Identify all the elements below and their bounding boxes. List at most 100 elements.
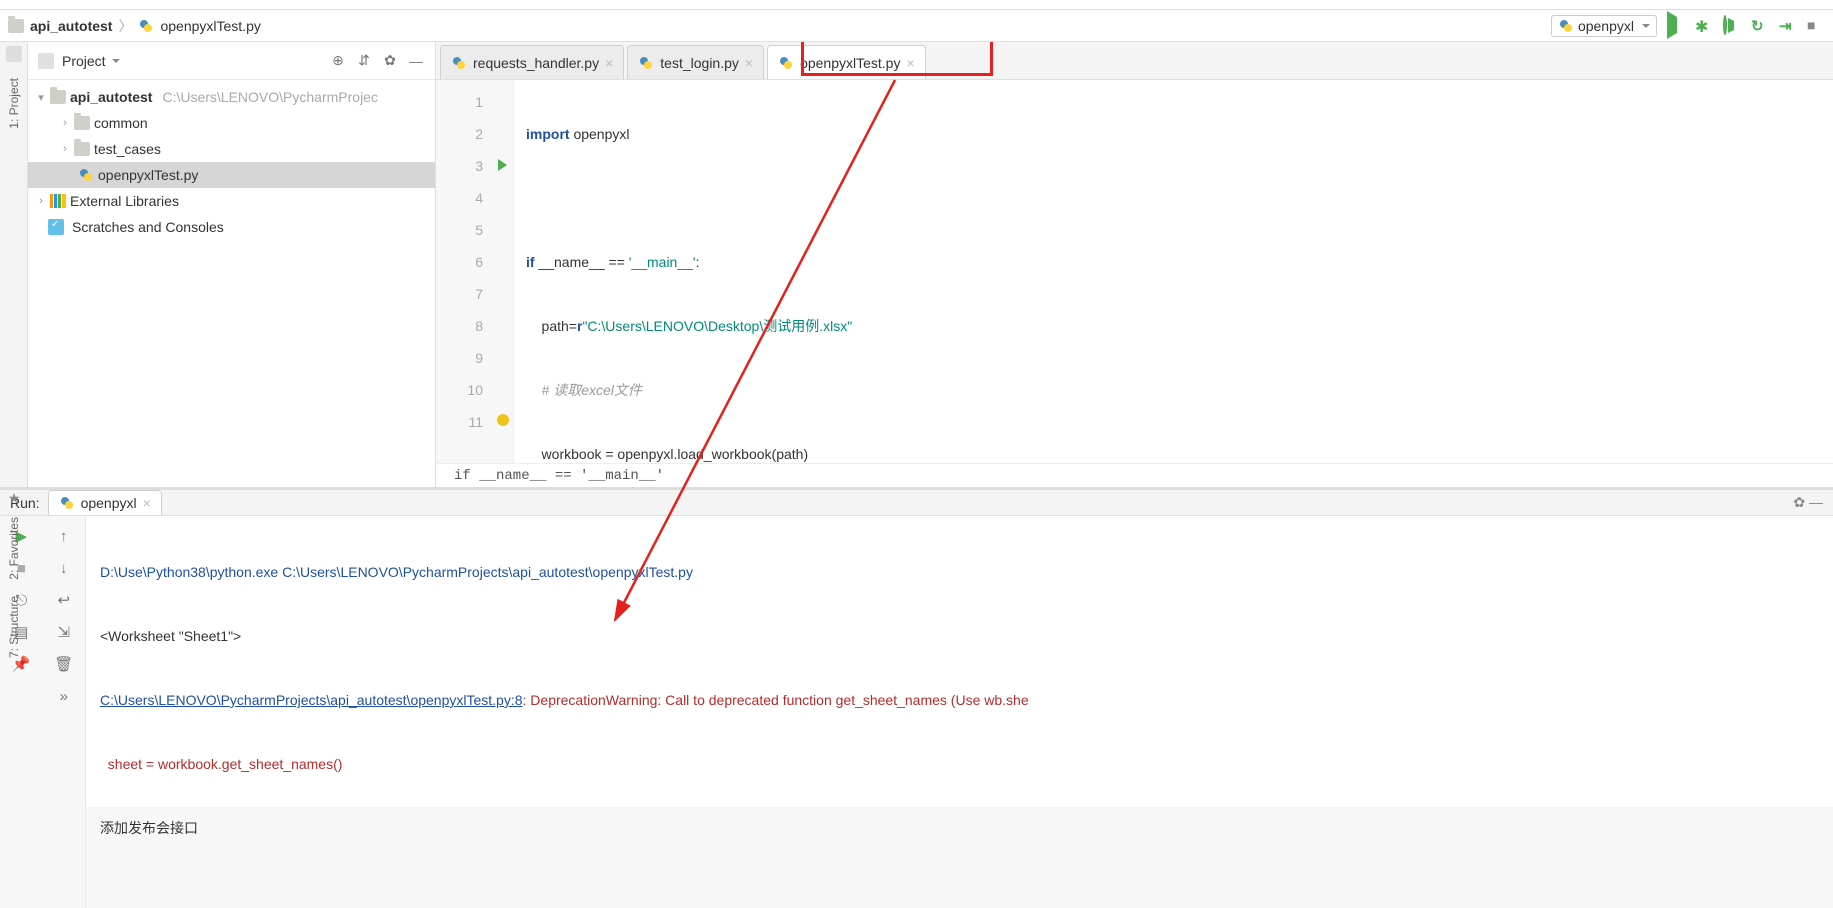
project-panel-title[interactable]: Project [62,53,120,69]
tab-requests-handler[interactable]: requests_handler.py × [440,45,624,79]
python-file-icon [451,55,467,71]
project-view-icon [38,53,54,69]
hide-button[interactable]: — [407,52,425,70]
sidebar-tab-favorites[interactable]: 2: Favorites [7,511,21,586]
run-tool-window: Run: openpyxl × ✿ — ▶ ↑ ■ ↓ ⎋ ↩ ▤ ⇲ 📌 🗑 … [0,487,1833,807]
close-icon[interactable]: × [906,55,914,71]
intention-bulb-icon[interactable] [497,414,509,426]
run-tab[interactable]: openpyxl × [48,490,162,515]
chevron-right-icon: 〉 [118,16,132,36]
gutter-line: 4 [436,182,513,214]
close-icon[interactable]: × [605,55,613,71]
left-bottom-tabs: ★ 2: Favorites 7: Structure [0,490,28,664]
file-link[interactable]: C:\Users\LENOVO\PycharmProjects\api_auto… [100,692,523,708]
editor-tabs: requests_handler.py × test_login.py × op… [436,42,1833,80]
tree-external-libs[interactable]: › External Libraries [28,188,435,214]
gutter-line: 1 [436,86,513,118]
run-tab-label: openpyxl [81,495,137,511]
folder-icon [74,116,90,130]
breadcrumb-file[interactable]: openpyxlTest.py [160,18,260,34]
close-icon[interactable]: × [143,495,151,511]
tree-item-label: Scratches and Consoles [72,219,224,235]
toolbar-right: openpyxl ✱ ↻ ⇥ ■ [1551,15,1825,37]
tab-label: test_login.py [660,55,739,71]
python-file-icon [78,167,94,183]
up-button[interactable]: ↑ [60,528,68,545]
gutter-line: 10 [436,374,513,406]
tab-openpyxltest[interactable]: openpyxlTest.py × [767,45,926,79]
editor-breadcrumb[interactable]: if __name__ == '__main__' [436,463,1833,487]
console-line: C:\Users\LENOVO\PycharmProjects\api_auto… [100,684,1833,716]
tree-root-path: C:\Users\LENOVO\PycharmProjec [162,89,378,105]
profile-button[interactable]: ↻ [1751,17,1769,35]
more-button[interactable]: » [60,688,68,705]
down-button[interactable]: ↓ [60,560,68,577]
menu-bar [0,0,1833,10]
breadcrumb-row: api_autotest 〉 openpyxlTest.py openpyxl … [0,10,1833,42]
tree-scratches[interactable]: Scratches and Consoles [28,214,435,240]
run-config-combo[interactable]: openpyxl [1551,15,1657,37]
settings-icon[interactable]: ✿ [381,52,399,70]
code-content[interactable]: import openpyxl if __name__ == '__main__… [514,80,1833,463]
sidebar-tab-project[interactable]: 1: Project [7,72,21,135]
folder-icon [74,142,90,156]
run-coverage-button[interactable] [1723,17,1741,35]
run-button[interactable] [1667,17,1685,35]
tree-folder-common[interactable]: › common [28,110,435,136]
tree-file-openpyxltest[interactable]: openpyxlTest.py [28,162,435,188]
locate-button[interactable]: ⊕ [329,52,347,70]
sidebar-tab-structure[interactable]: 7: Structure [7,590,21,664]
gutter-line [436,438,513,463]
tab-test-login[interactable]: test_login.py × [627,45,764,79]
project-tree[interactable]: ▾ api_autotest C:\Users\LENOVO\PycharmPr… [28,80,435,487]
settings-icon[interactable]: ✿ — [1793,494,1823,511]
python-icon [59,495,75,511]
run-gutter-icon[interactable] [498,159,507,171]
left-tool-strip: 1: Project [0,42,28,487]
tree-folder-testcases[interactable]: › test_cases [28,136,435,162]
trash-button[interactable]: 🗑 [54,655,73,673]
star-icon: ★ [8,490,21,507]
gutter-line: 2 [436,118,513,150]
gutter-line: 5 [436,214,513,246]
editor-area: requests_handler.py × test_login.py × op… [436,42,1833,487]
project-panel-header: Project ⊕ ⇵ ✿ — [28,42,435,80]
code-editor[interactable]: 1 2 3 4 5 6 7 8 9 10 11 import openpyxl … [436,80,1833,463]
scroll-button[interactable]: ⇲ [57,623,70,641]
run-body: ▶ ↑ ■ ↓ ⎋ ↩ ▤ ⇲ 📌 🗑 » D:\Use\Python38\py… [0,516,1833,908]
gutter-line: 7 [436,278,513,310]
close-icon[interactable]: × [745,55,753,71]
folder-icon [8,19,24,33]
breadcrumb-project[interactable]: api_autotest [30,18,112,34]
run-anything-button[interactable]: ⇥ [1779,17,1797,35]
console-line: <Worksheet "Sheet1"> [100,620,1833,652]
collapse-button[interactable]: ⇵ [355,52,373,70]
tree-item-label: External Libraries [70,193,179,209]
python-file-icon [138,18,154,34]
python-icon [1558,18,1574,34]
tree-root-label: api_autotest [70,89,152,105]
python-file-icon [778,55,794,71]
soft-wrap-button[interactable]: ↩ [57,591,70,609]
main-area: 1: Project Project ⊕ ⇵ ✿ — ▾ api_autotes… [0,42,1833,487]
python-file-icon [638,55,654,71]
library-icon [50,194,66,208]
folder-icon [50,90,66,104]
gutter: 1 2 3 4 5 6 7 8 9 10 11 [436,80,514,463]
run-header: Run: openpyxl × ✿ — [0,490,1833,516]
debug-button[interactable]: ✱ [1695,17,1713,35]
tool-window-icon[interactable] [6,46,22,62]
gutter-line: 6 [436,246,513,278]
tree-root[interactable]: ▾ api_autotest C:\Users\LENOVO\PycharmPr… [28,84,435,110]
console-output[interactable]: D:\Use\Python38\python.exe C:\Users\LENO… [86,516,1833,908]
run-config-label: openpyxl [1578,18,1634,34]
tab-label: openpyxlTest.py [800,55,900,71]
gutter-line[interactable]: 3 [436,150,513,182]
project-panel: Project ⊕ ⇵ ✿ — ▾ api_autotest C:\Users\… [28,42,436,487]
console-line: D:\Use\Python38\python.exe C:\Users\LENO… [100,556,1833,588]
stop-button[interactable]: ■ [1807,17,1825,35]
tab-label: requests_handler.py [473,55,599,71]
gutter-line[interactable]: 11 [436,406,513,438]
console-line: sheet = workbook.get_sheet_names() [100,748,1833,780]
gutter-line: 8 [436,310,513,342]
